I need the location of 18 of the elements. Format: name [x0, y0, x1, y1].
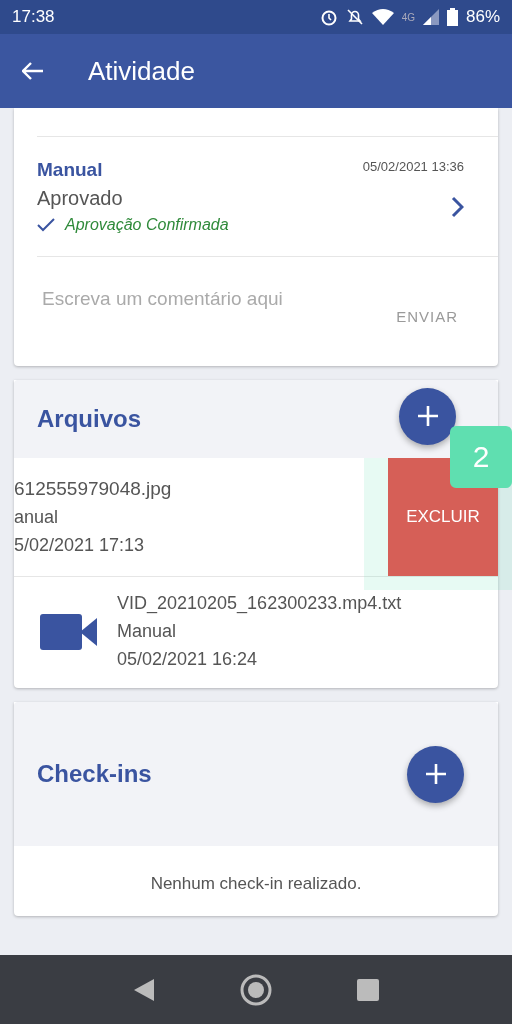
step-tooltip: 2 [450, 426, 512, 488]
empty-message: Nenhum check-in realizado. [150, 874, 362, 894]
confirmation-text: Aprovação Confirmada [65, 216, 229, 234]
activity-status: Aprovado [37, 187, 124, 210]
activity-date: 05/02/2021 13:36 [362, 159, 464, 174]
screen-title: Atividade [88, 55, 195, 87]
file-name: VID_20210205_162300233.mp4.txt [117, 593, 402, 614]
section-title: Arquivos [37, 405, 141, 433]
section-title: Check-ins [37, 760, 152, 788]
network-type: 4G [401, 11, 415, 23]
file-source: Manual [117, 621, 178, 642]
file-date: 05/02/2021 16:24 [117, 649, 259, 670]
battery-level: 86% [465, 7, 500, 27]
file-date: 5/02/2021 17:13 [14, 535, 146, 556]
status-time: 17:38 [12, 7, 55, 27]
activity-source: Manual [37, 159, 104, 181]
file-name: 612555979048.jpg [14, 478, 173, 500]
file-source: anual [14, 507, 60, 528]
